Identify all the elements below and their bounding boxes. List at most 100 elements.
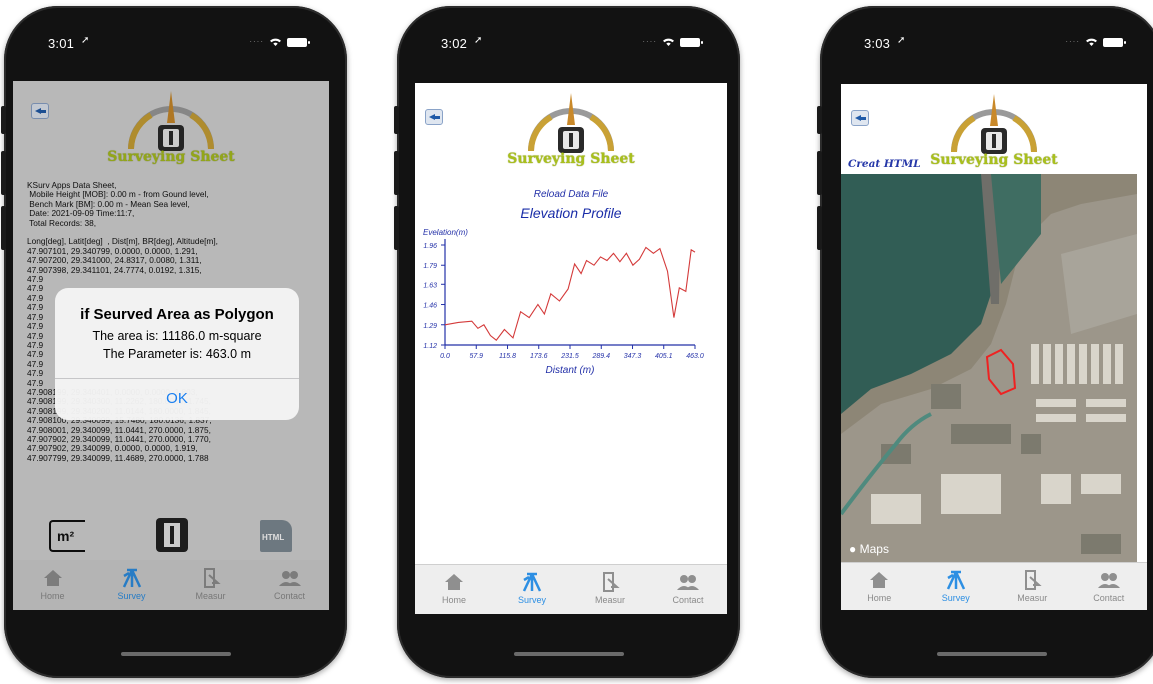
- x-tick-label: 115.8: [499, 353, 516, 360]
- measure-icon: [603, 572, 620, 592]
- satellite-map[interactable]: ● Maps: [841, 174, 1147, 566]
- status-icons: ····: [642, 36, 703, 47]
- back-button[interactable]: [425, 109, 443, 125]
- tab-label-contact: Contact: [1093, 593, 1125, 603]
- maps-label-text: Maps: [859, 542, 889, 556]
- home-indicator: [513, 652, 624, 656]
- contacts-icon: [1097, 573, 1120, 588]
- mute-switch: [1, 106, 6, 134]
- phone-frame-1: 3:01 ➚ ···· Surveying Sheet KSurv Apps D…: [1, 6, 347, 678]
- status-icons: ····: [249, 36, 310, 47]
- tab-bar: Home Survey Measur Contact: [415, 564, 727, 614]
- create-html-link[interactable]: Creat HTML: [848, 158, 921, 170]
- y-tick-label: 1.63: [423, 282, 437, 289]
- status-time: 3:03: [864, 36, 891, 51]
- status-time: 3:02: [441, 36, 468, 51]
- tab-home[interactable]: Home: [415, 565, 493, 614]
- volume-up-button: [817, 151, 822, 195]
- tab-label-contact: Contact: [672, 595, 704, 605]
- phone-frame-3: 3:03 ➚ ···· Surveying Sheet Creat HTML ●…: [817, 6, 1153, 678]
- signal-icon: ····: [642, 36, 657, 46]
- x-axis-label: Distant (m): [546, 365, 595, 376]
- status-icons: ····: [1065, 36, 1126, 47]
- tab-label-home: Home: [441, 595, 466, 605]
- apple-maps-label: ● Maps: [849, 542, 889, 556]
- x-tick-label: 289.4: [591, 353, 610, 360]
- battery-icon: [680, 37, 703, 47]
- screen-map: Surveying Sheet Creat HTML ● Maps Home S…: [841, 84, 1147, 610]
- apple-logo-icon: ●: [849, 542, 857, 556]
- tab-measur[interactable]: Measur: [994, 563, 1071, 610]
- alert-title: if Seurved Area as Polygon: [80, 306, 274, 323]
- screen-data-sheet: Surveying Sheet KSurv Apps Data Sheet, M…: [13, 81, 329, 610]
- status-bar: 3:02 ➚ ····: [441, 34, 703, 54]
- elevation-series-line: [444, 246, 696, 341]
- tab-label-home: Home: [867, 593, 892, 603]
- alert-parameter-text: The Parameter is: 463.0 m: [103, 347, 251, 361]
- chart-title: Elevation Profile: [520, 205, 622, 221]
- tab-label-measur: Measur: [1017, 593, 1048, 603]
- x-tick-label: 0.0: [440, 353, 450, 360]
- home-icon: [870, 572, 889, 588]
- tab-label-survey: Survey: [941, 593, 970, 603]
- tab-label-measur: Measur: [594, 595, 625, 605]
- location-arrow-icon: ➚: [897, 35, 906, 46]
- tab-contact[interactable]: Contact: [1071, 563, 1148, 610]
- x-tick-label: 173.6: [530, 353, 548, 360]
- x-tick-label: 463.0: [686, 353, 704, 360]
- wifi-icon: [270, 38, 281, 46]
- satellite-map-image: [841, 174, 1137, 566]
- y-tick-label: 1.29: [423, 323, 437, 330]
- status-bar: 3:01 ➚ ····: [48, 34, 310, 54]
- measure-icon: [1025, 570, 1042, 590]
- home-icon: [445, 574, 463, 590]
- screen-elevation-profile: Surveying Sheet Reload Data File Elevati…: [415, 83, 727, 614]
- alert-ok-button[interactable]: OK: [55, 378, 299, 420]
- tab-survey[interactable]: Survey: [918, 563, 995, 610]
- location-arrow-icon: ➚: [474, 35, 483, 46]
- area-alert-dialog: if Seurved Area as Polygon The area is: …: [55, 288, 299, 420]
- survey-tripod-icon: [946, 570, 965, 590]
- status-time: 3:01: [48, 36, 75, 51]
- wifi-icon: [1086, 38, 1097, 46]
- signal-icon: ····: [1065, 36, 1080, 46]
- y-tick-label: 1.46: [423, 303, 437, 310]
- tab-survey[interactable]: Survey: [493, 565, 571, 614]
- wifi-icon: [663, 38, 674, 46]
- mute-switch: [394, 106, 399, 134]
- x-tick-label: 231.5: [560, 353, 579, 360]
- logo-title: Surveying Sheet: [507, 151, 635, 167]
- x-tick-label: 405.1: [655, 353, 673, 360]
- contacts-icon: [677, 575, 699, 590]
- y-tick-label: 1.79: [423, 263, 437, 270]
- battery-icon: [287, 37, 310, 47]
- survey-tripod-icon: [522, 572, 542, 592]
- volume-up-button: [394, 151, 399, 195]
- y-axis-label: Evelation(m): [423, 228, 468, 237]
- home-indicator: [120, 652, 231, 656]
- y-tick-label: 1.96: [423, 243, 437, 250]
- location-arrow-icon: ➚: [81, 35, 90, 46]
- phone-frame-2: 3:02 ➚ ···· Surveying Sheet Reload Data …: [394, 6, 740, 678]
- volume-down-button: [1, 206, 6, 250]
- app-logo: Surveying Sheet: [929, 90, 1059, 180]
- reload-data-link[interactable]: Reload Data File: [415, 189, 727, 200]
- back-button[interactable]: [851, 110, 869, 126]
- battery-icon: [1103, 37, 1126, 47]
- volume-down-button: [817, 206, 822, 250]
- home-indicator: [936, 652, 1047, 656]
- tab-measur[interactable]: Measur: [571, 565, 649, 614]
- volume-down-button: [394, 206, 399, 250]
- logo-title: Surveying Sheet: [930, 152, 1058, 168]
- status-bar: 3:03 ➚ ····: [864, 34, 1126, 54]
- signal-icon: ····: [249, 36, 264, 46]
- x-tick-label: 347.3: [624, 353, 642, 360]
- tab-home[interactable]: Home: [841, 563, 918, 610]
- mute-switch: [817, 106, 822, 134]
- tab-bar: Home Survey Measur Contact: [841, 562, 1147, 610]
- tab-contact[interactable]: Contact: [649, 565, 727, 614]
- elevation-chart: Evelation(m) 1.96 1.79 1.63 1.46 1.29 1.120.0 5…: [423, 228, 704, 376]
- volume-up-button: [1, 151, 6, 195]
- tab-label-survey: Survey: [517, 595, 546, 605]
- y-tick-label: 1.12: [423, 343, 437, 350]
